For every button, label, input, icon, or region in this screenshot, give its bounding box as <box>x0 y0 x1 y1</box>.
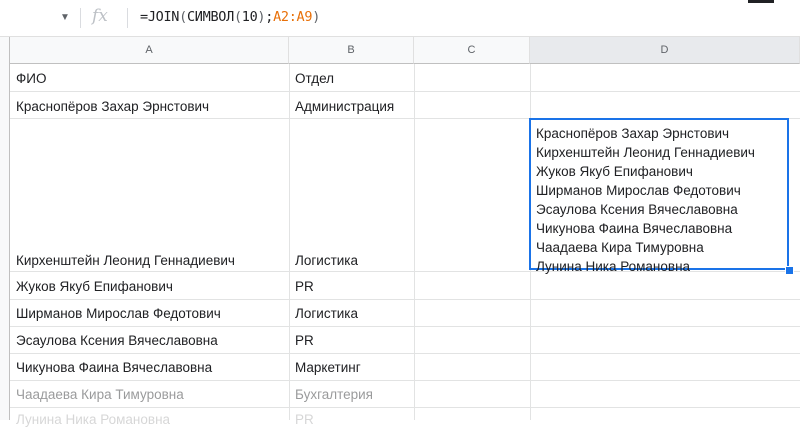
formula-paren: ( <box>233 9 242 25</box>
grid-line <box>10 299 800 300</box>
cell-a1[interactable]: ФИО <box>16 71 46 87</box>
divider <box>127 8 128 28</box>
grid-line <box>10 407 800 408</box>
cell-a7[interactable]: Чикунова Фаина Вячеславовна <box>16 360 212 376</box>
cell-a2[interactable]: Краснопёров Захар Эрнстович <box>16 99 209 115</box>
cell-b2[interactable]: Администрация <box>295 99 394 115</box>
cell-b7[interactable]: Маркетинг <box>295 360 361 376</box>
cell-a6[interactable]: Эсаулова Ксения Вячеславовна <box>16 333 218 349</box>
joined-line: Чаадаева Кира Тимуровна <box>536 240 704 255</box>
formula-bar: ▼ fx =JOIN(СИМВОЛ(10);A2:A9) <box>0 0 800 37</box>
cell-b1[interactable]: Отдел <box>295 71 334 87</box>
cell-b3[interactable]: Логистика <box>295 253 358 269</box>
row-header-strip[interactable] <box>0 37 10 420</box>
joined-line: Ширманов Мирослав Федотович <box>536 183 741 198</box>
column-header-b[interactable]: B <box>289 37 414 64</box>
cell-b6[interactable]: PR <box>295 333 314 349</box>
cell-b8[interactable]: Бухгалтерия <box>295 387 373 403</box>
cell-a8[interactable]: Чаадаева Кира Тимуровна <box>16 387 184 403</box>
cell-b5[interactable]: Логистика <box>295 306 358 322</box>
column-header-a[interactable]: A <box>10 37 289 64</box>
grid-line <box>10 380 800 381</box>
formula-function: СИМВОЛ <box>186 9 234 25</box>
fx-icon: fx <box>92 6 108 26</box>
toolbar-edge <box>748 0 774 3</box>
chevron-down-icon[interactable]: ▼ <box>60 12 70 23</box>
formula-prefix: =JOIN <box>140 9 180 25</box>
divider <box>80 8 81 28</box>
joined-line: Кирхенштейн Леонид Геннадиевич <box>536 145 755 160</box>
formula-input[interactable]: =JOIN(СИМВОЛ(10);A2:A9) <box>140 9 320 25</box>
cell-a9[interactable]: Лунина Ника Романовна <box>16 412 170 428</box>
cell-a5[interactable]: Ширманов Мирослав Федотович <box>16 306 221 322</box>
cell-b4[interactable]: PR <box>295 279 314 295</box>
joined-line: Эсаулова Ксения Вячеславовна <box>536 202 738 217</box>
joined-line: Жуков Якуб Епифанович <box>536 164 693 179</box>
fill-handle[interactable] <box>785 266 794 275</box>
formula-arg: 10 <box>241 9 258 25</box>
joined-line: Чикунова Фаина Вячеславовна <box>536 221 733 236</box>
cell-b9[interactable]: PR <box>295 412 314 428</box>
joined-line: Лунина Ника Романовна <box>536 259 691 274</box>
grid-line <box>10 91 800 92</box>
grid-line <box>10 326 800 327</box>
formula-range: A2:A9 <box>273 9 313 25</box>
cell-a4[interactable]: Жуков Якуб Епифанович <box>16 279 173 295</box>
cell-a3[interactable]: Кирхенштейн Леонид Геннадиевич <box>16 253 235 269</box>
cell-d3-selected[interactable]: Краснопёров Захар Эрнстович Кирхенштейн … <box>529 118 789 274</box>
formula-paren: ( <box>179 9 187 25</box>
grid-line <box>10 353 800 354</box>
formula-paren: ) <box>312 9 321 25</box>
formula-separator: ; <box>265 9 274 25</box>
column-header-c[interactable]: C <box>414 37 530 64</box>
joined-line: Краснопёров Захар Эрнстович <box>536 126 730 141</box>
name-box[interactable]: ▼ <box>0 6 78 30</box>
column-header-d[interactable]: D <box>530 37 800 64</box>
